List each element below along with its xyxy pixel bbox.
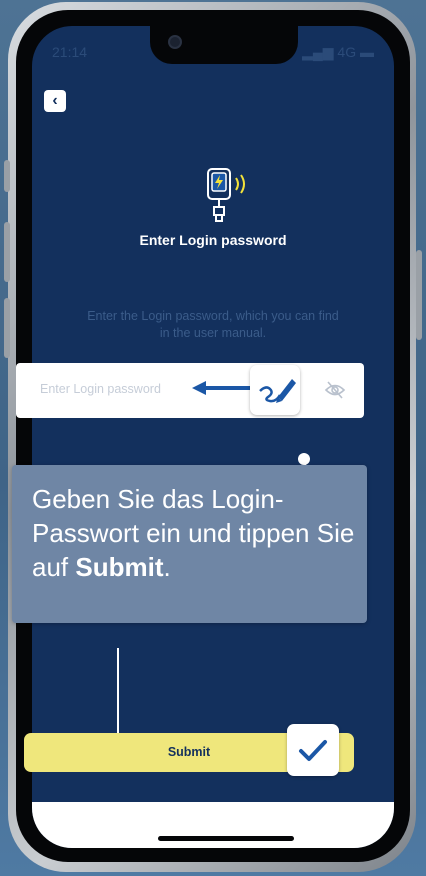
phone-side-button: [416, 250, 422, 340]
status-time: 21:14: [52, 44, 88, 60]
signal-icon: ▂▄▆: [302, 44, 334, 60]
back-button[interactable]: ‹: [44, 90, 66, 112]
phone-side-button: [4, 222, 10, 282]
network-label: 4G: [337, 44, 357, 60]
page-description: Enter the Login password, which you can …: [87, 309, 339, 340]
callout-text: Geben Sie das Login-Passwort ein und tip…: [32, 482, 355, 584]
checkmark-icon: [299, 740, 327, 761]
password-input[interactable]: Enter Login password: [16, 363, 364, 418]
pen-icon: [259, 379, 296, 403]
arrow-left-icon: [192, 381, 252, 395]
screen-bottom-area: [32, 802, 394, 848]
check-hint-badge: [287, 724, 339, 776]
pen-hint-badge: [250, 365, 300, 415]
callout-text-bold: Submit: [75, 552, 164, 582]
page-title: Enter Login password: [139, 232, 287, 248]
chevron-left-icon: ‹: [52, 92, 58, 109]
camera-notch: [150, 26, 298, 64]
eye-off-icon[interactable]: [324, 380, 346, 400]
callout-anchor-dot: [298, 453, 310, 465]
app-screen: 21:14 ▂▄▆ 4G ▬ ‹ Enter Login password En…: [32, 26, 394, 848]
phone-side-button: [4, 160, 10, 192]
callout-text-end: .: [163, 552, 171, 582]
password-placeholder: Enter Login password: [40, 382, 161, 396]
phone-side-button: [4, 298, 10, 358]
tutorial-callout: Geben Sie das Login-Passwort ein und tip…: [12, 465, 367, 623]
camera-icon: [168, 35, 182, 49]
battery-icon: ▬: [360, 44, 374, 60]
smart-device-icon: [207, 168, 245, 222]
home-indicator: [158, 836, 294, 841]
status-network: ▂▄▆ 4G ▬: [302, 44, 374, 61]
